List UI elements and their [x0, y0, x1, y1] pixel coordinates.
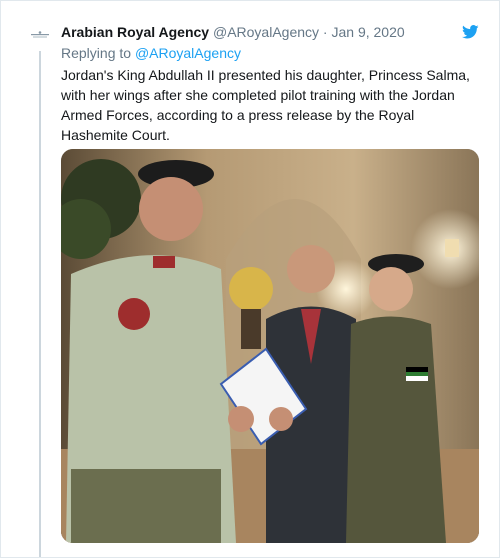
twitter-bird-icon[interactable] [462, 25, 479, 39]
author-handle[interactable]: @ARoyalAgency [213, 24, 319, 40]
replying-handle-link[interactable]: @ARoyalAgency [135, 45, 241, 61]
separator: · [322, 24, 328, 40]
thread-line [39, 51, 41, 557]
author-name[interactable]: Arabian Royal Agency [61, 24, 209, 40]
replying-prefix: Replying to [61, 45, 132, 61]
agency-logo-icon[interactable] [31, 31, 49, 41]
tweet-header: Arabian Royal Agency @ARoyalAgency · Jan… [61, 23, 469, 43]
tweet-card[interactable]: Arabian Royal Agency @ARoyalAgency · Jan… [0, 0, 500, 558]
replying-to: Replying to @ARoyalAgency [61, 44, 241, 62]
tweet-date[interactable]: Jan 9, 2020 [331, 24, 404, 40]
tweet-text: Jordan's King Abdullah II presented his … [61, 67, 470, 143]
tweet-photo[interactable] [61, 149, 479, 543]
